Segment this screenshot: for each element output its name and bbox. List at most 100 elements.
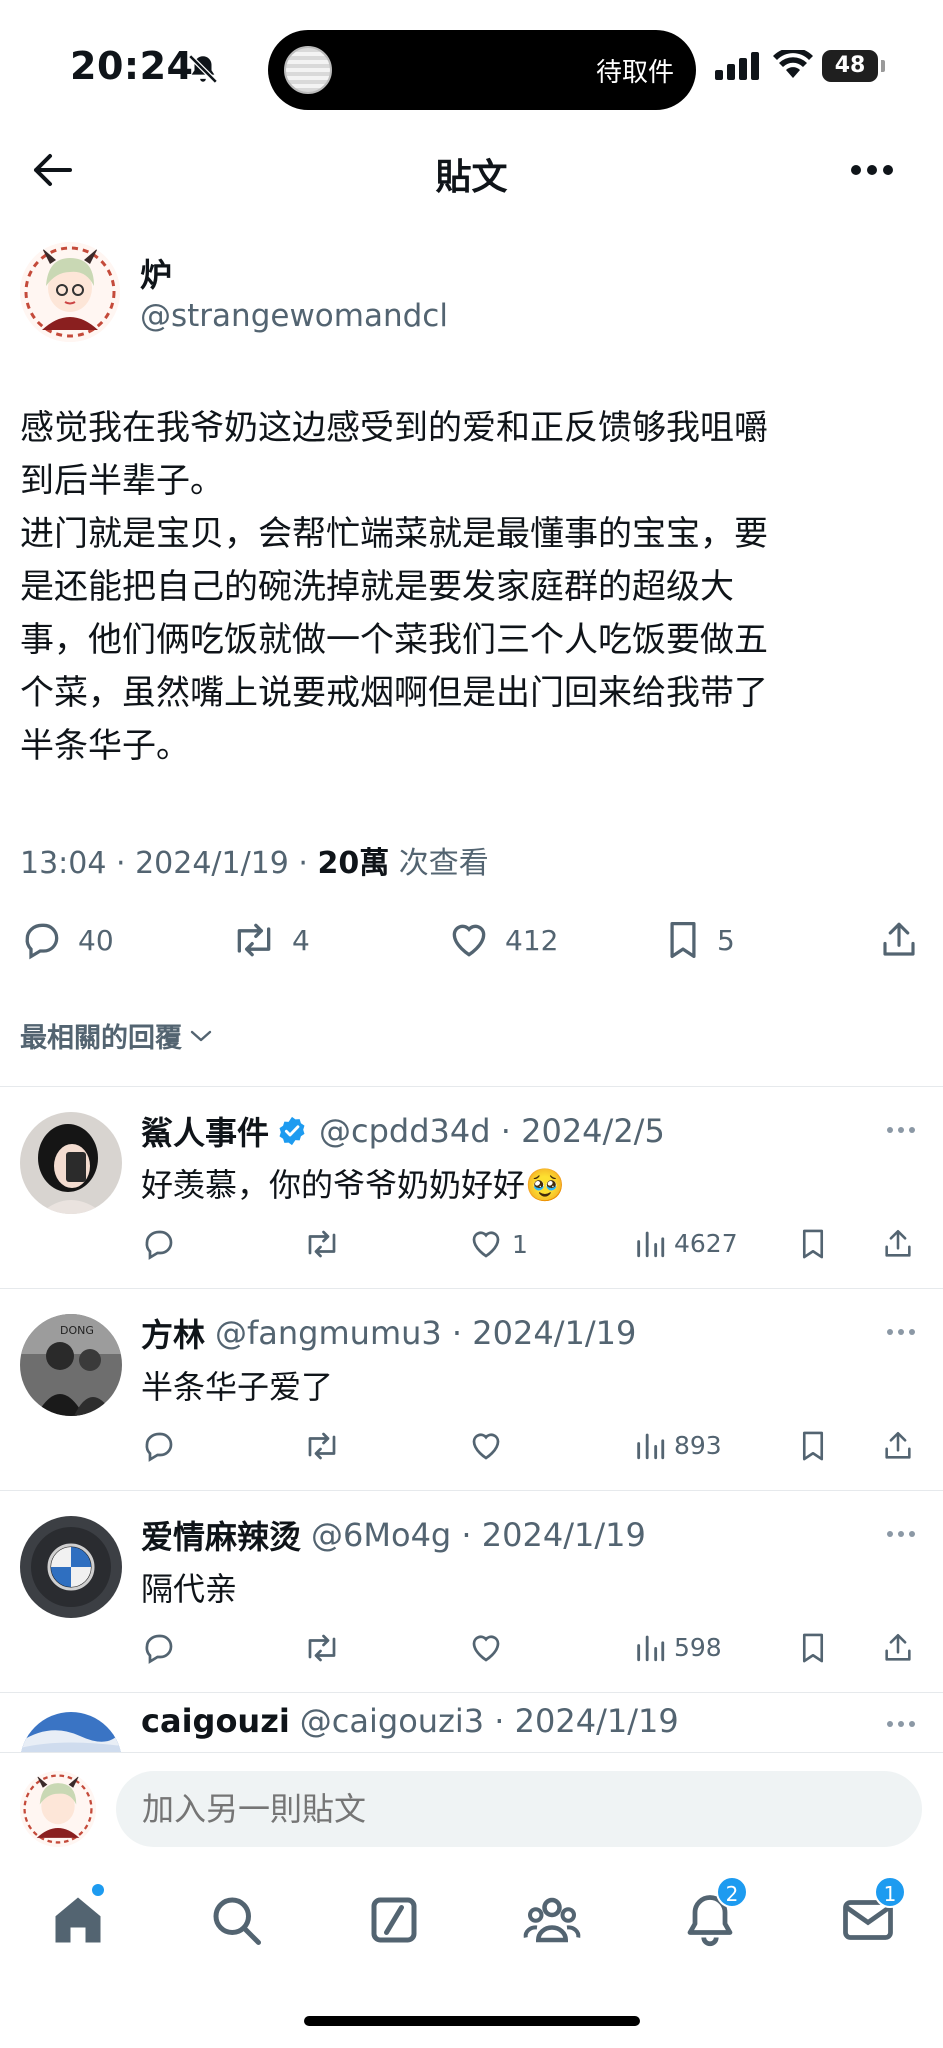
repost-count: 4 <box>292 923 310 957</box>
reply-share-button[interactable] <box>881 1630 923 1666</box>
my-avatar[interactable] <box>20 1771 96 1847</box>
reply-sort-dropdown[interactable]: 最相關的回覆 <box>20 1016 214 1055</box>
reply-like-button[interactable] <box>468 1428 512 1464</box>
more-options-icon[interactable] <box>886 1126 916 1134</box>
reply-author-handle[interactable]: @cpdd34d · 2024/2/5 <box>319 1112 665 1150</box>
reply-bookmark-button[interactable] <box>797 1428 837 1464</box>
tab-messages[interactable]: 1 <box>838 1876 906 1950</box>
reply-bookmark-button[interactable] <box>797 1630 837 1666</box>
live-activity-label: 待取件 <box>595 58 674 88</box>
reply-item[interactable]: caigouzi @caigouzi3 · 2024/1/19 <box>0 1694 943 1752</box>
chevron-down-icon <box>190 1030 212 1041</box>
reply-reply-button[interactable] <box>141 1226 185 1262</box>
reply-author-name[interactable]: caigouzi <box>141 1702 290 1740</box>
reply-avatar[interactable]: DONG <box>20 1314 122 1416</box>
tab-search[interactable] <box>206 1890 266 1950</box>
reply-avatar[interactable] <box>20 1712 122 1752</box>
verified-badge-icon <box>279 1116 305 1146</box>
reply-header: 鯊人事件 @cpdd34d · 2024/2/5 <box>141 1108 665 1154</box>
tab-communities[interactable] <box>522 1890 582 1950</box>
reply-header: caigouzi @caigouzi3 · 2024/1/19 <box>141 1702 679 1740</box>
reply-views-count: 598 <box>674 1632 722 1662</box>
reply-count: 40 <box>78 923 114 957</box>
dynamic-island[interactable]: 待取件 <box>268 30 696 110</box>
reply-icon <box>145 1230 173 1260</box>
repost-icon <box>237 923 271 957</box>
reply-views-button[interactable]: 598 <box>634 1630 722 1664</box>
reply-header: 方林 @fangmumu3 · 2024/1/19 <box>141 1310 636 1356</box>
more-options-icon[interactable] <box>886 1530 916 1538</box>
reply-reply-button[interactable] <box>141 1630 185 1666</box>
reply-repost-button[interactable] <box>302 1630 350 1666</box>
more-options-icon[interactable] <box>886 1720 916 1728</box>
heart-icon <box>452 924 486 957</box>
author-avatar[interactable] <box>20 242 120 342</box>
home-icon <box>55 1897 101 1943</box>
reply-button[interactable]: 40 <box>20 918 114 962</box>
repost-button[interactable]: 4 <box>230 918 310 962</box>
reply-author-handle[interactable]: @fangmumu3 · 2024/1/19 <box>215 1314 636 1352</box>
reply-share-button[interactable] <box>881 1428 923 1464</box>
reply-share-button[interactable] <box>881 1226 923 1262</box>
views-label: 次查看 <box>389 846 489 881</box>
reply-like-button[interactable]: 1 <box>468 1226 528 1262</box>
bookmark-icon <box>670 922 696 958</box>
page-title: 貼文 <box>435 157 508 198</box>
reply-like-count: 1 <box>512 1229 528 1259</box>
compose-input[interactable] <box>116 1771 922 1847</box>
like-button[interactable]: 412 <box>447 918 558 962</box>
reply-author-handle[interactable]: @caigouzi3 · 2024/1/19 <box>300 1702 679 1740</box>
reply-icon <box>25 923 59 960</box>
post-timestamp: 13:04 · 2024/1/19 · <box>20 846 318 881</box>
reply-reply-button[interactable] <box>141 1428 185 1464</box>
reply-avatar[interactable] <box>20 1112 122 1214</box>
reply-item[interactable]: 鯊人事件 @cpdd34d · 2024/2/5 好羡慕，你的爷爷奶奶好好🥹 1… <box>0 1088 943 1288</box>
share-icon <box>885 1633 911 1661</box>
top-nav: 貼文 <box>0 130 943 210</box>
svg-text:DONG: DONG <box>60 1324 94 1337</box>
post-meta: 13:04 · 2024/1/19 · 20萬 次查看 <box>20 838 489 882</box>
tab-home[interactable] <box>48 1884 108 1950</box>
reply-repost-button[interactable] <box>302 1226 350 1262</box>
reply-text: 隔代亲 <box>141 1570 238 1608</box>
post-actions: 40 4 412 5 <box>0 910 943 970</box>
reply-item[interactable]: 爱情麻辣烫 @6Mo4g · 2024/1/19 隔代亲 598 <box>0 1492 943 1692</box>
reply-sort-label: 最相關的回覆 <box>20 1023 182 1054</box>
reply-author-handle[interactable]: @6Mo4g · 2024/1/19 <box>311 1516 646 1554</box>
reply-views-count: 893 <box>674 1430 722 1460</box>
bookmark-icon <box>802 1229 824 1259</box>
reply-views-count: 4627 <box>674 1228 738 1258</box>
reply-avatar[interactable] <box>20 1516 122 1618</box>
reply-bookmark-button[interactable] <box>797 1226 837 1262</box>
reply-views-button[interactable]: 4627 <box>634 1226 738 1260</box>
heart-icon <box>472 1231 500 1258</box>
reply-author-name[interactable]: 爱情麻辣烫 <box>141 1512 301 1558</box>
share-icon <box>885 1431 911 1459</box>
status-time: 20:24 <box>70 44 194 88</box>
more-options-icon[interactable] <box>886 1328 916 1336</box>
bookmark-icon <box>802 1431 824 1461</box>
share-icon <box>885 1229 911 1257</box>
reply-repost-button[interactable] <box>302 1428 350 1464</box>
author-name[interactable]: 炉 <box>140 250 172 296</box>
bookmark-button[interactable]: 5 <box>663 918 735 962</box>
reply-item[interactable]: DONG 方林 @fangmumu3 · 2024/1/19 半条华子爱了 89… <box>0 1290 943 1490</box>
home-indicator[interactable] <box>304 2016 640 2026</box>
post-text: 感觉我在我爷奶这边感受到的爱和正反馈够我咀嚼 到后半辈子。 进门就是宝贝，会帮忙… <box>20 408 768 766</box>
reply-views-button[interactable]: 893 <box>634 1428 722 1462</box>
more-options-icon[interactable] <box>850 164 894 176</box>
battery-indicator: 48 <box>822 50 885 82</box>
divider <box>0 1288 943 1289</box>
notifications-badge: 2 <box>716 1876 748 1908</box>
reply-author-name[interactable]: 鯊人事件 <box>141 1108 269 1154</box>
author-handle[interactable]: @strangewomandcl <box>140 298 448 334</box>
views-chart-icon <box>637 1635 665 1662</box>
reply-like-button[interactable] <box>468 1630 512 1666</box>
reply-author-name[interactable]: 方林 <box>141 1310 205 1356</box>
cellular-signal-icon <box>715 52 759 80</box>
wifi-icon <box>773 50 813 78</box>
repost-icon <box>308 1432 336 1460</box>
tab-compose[interactable] <box>364 1890 424 1950</box>
tab-notifications[interactable]: 2 <box>680 1876 748 1950</box>
share-button[interactable] <box>878 918 934 962</box>
